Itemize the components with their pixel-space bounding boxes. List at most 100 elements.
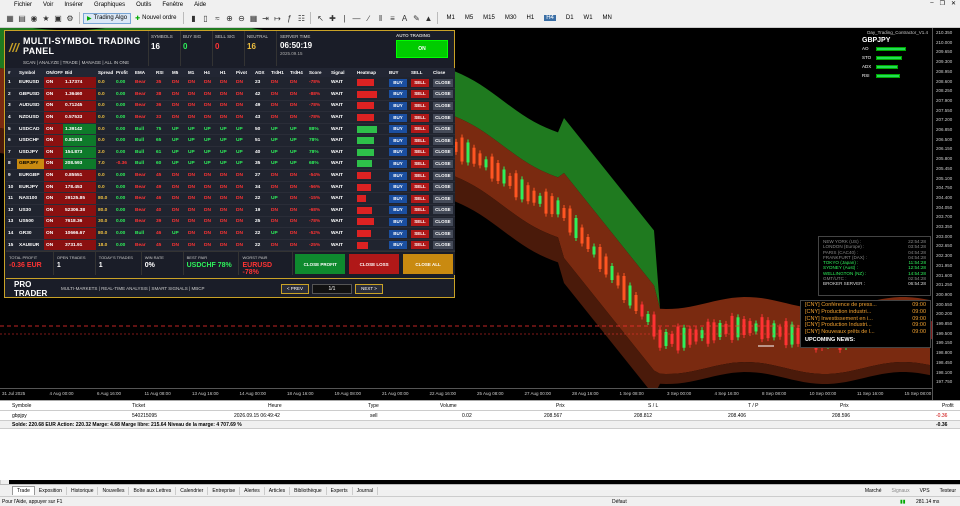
- row-toggle[interactable]: ON: [44, 227, 63, 240]
- calendar-event[interactable]: [CNY] Production Industri... 09:00: [805, 322, 926, 329]
- tester-link[interactable]: Testeur: [940, 488, 956, 494]
- new-order-button[interactable]: ✚ Nouvel ordre: [131, 13, 180, 24]
- row-sell-button[interactable]: SELL: [411, 194, 429, 203]
- tab-company[interactable]: Entreprise: [208, 486, 241, 495]
- close-profit-button[interactable]: CLOSE PROFIT: [295, 254, 346, 274]
- tf-h4[interactable]: H4: [544, 15, 556, 21]
- row-close-button[interactable]: CLOSE: [433, 90, 453, 99]
- col-type[interactable]: Type: [368, 401, 379, 410]
- row-buy-button[interactable]: BUY: [389, 206, 407, 215]
- row-buy-button[interactable]: BUY: [389, 159, 407, 168]
- menu-file[interactable]: Fichier: [14, 2, 32, 8]
- row-symbol[interactable]: AUDUSD: [17, 100, 44, 113]
- col-price[interactable]: Prix: [556, 401, 565, 410]
- tab-calendar[interactable]: Calendrier: [176, 486, 209, 495]
- row-sell-button[interactable]: SELL: [411, 113, 429, 122]
- shapes-icon[interactable]: ▲: [423, 13, 433, 23]
- tile-icon[interactable]: ▦: [248, 13, 258, 23]
- line-chart-icon[interactable]: ≈: [212, 13, 222, 23]
- row-sell-button[interactable]: SELL: [411, 183, 429, 192]
- tab-mailbox[interactable]: Boîte aux Lettres: [129, 486, 177, 495]
- zoom-in-icon[interactable]: ⊕: [224, 13, 234, 23]
- row-sell-button[interactable]: SELL: [411, 217, 429, 226]
- close-icon[interactable]: ✕: [951, 0, 956, 7]
- row-symbol[interactable]: USDCHF: [17, 134, 44, 148]
- row-buy-button[interactable]: BUY: [389, 136, 407, 145]
- row-sell-button[interactable]: SELL: [411, 241, 429, 250]
- row-toggle[interactable]: ON: [44, 123, 63, 136]
- label-icon[interactable]: ✎: [411, 13, 421, 23]
- tab-library[interactable]: Bibliothèque: [290, 486, 327, 495]
- row-close-button[interactable]: CLOSE: [433, 241, 453, 250]
- row-buy-button[interactable]: BUY: [389, 148, 407, 157]
- row-close-button[interactable]: CLOSE: [433, 159, 453, 168]
- symbol-row[interactable]: 9 EURGBP ON 0.85551 0.0 0.00 Bear 45 DN DN DN DN DN 2…: [6, 169, 455, 182]
- symbol-row[interactable]: 8 GBPJPY ON 208.593 7.0 -0.36 Bull 60 UP UP UP UP UP…: [6, 158, 455, 171]
- row-symbol[interactable]: EURGBP: [17, 169, 44, 182]
- row-toggle[interactable]: ON: [44, 111, 63, 124]
- cursor-icon[interactable]: ↖: [315, 13, 325, 23]
- menu-view[interactable]: Voir: [43, 2, 53, 8]
- row-symbol[interactable]: EURJPY: [17, 181, 44, 194]
- menu-tools[interactable]: Outils: [136, 2, 151, 8]
- row-symbol[interactable]: GBPUSD: [17, 88, 44, 101]
- restore-icon[interactable]: ❐: [940, 0, 945, 7]
- horizontal-line-icon[interactable]: —: [351, 13, 361, 23]
- row-sell-button[interactable]: SELL: [411, 171, 429, 180]
- auto-trading-toggle[interactable]: ON: [396, 40, 448, 58]
- minimize-icon[interactable]: –: [930, 0, 933, 7]
- templates-icon[interactable]: ☷: [296, 13, 306, 23]
- algo-trading-button[interactable]: ▶ Trading Algo: [83, 12, 132, 24]
- symbol-row[interactable]: 1 EURUSD ON 1.17374 0.0 0.00 Bear 35 DN DN DN DN DN 2…: [6, 77, 455, 90]
- symbol-row[interactable]: 6 USDCHF ON 0.81918 0.0 0.00 Bull 65 UP UP UP UP UP 5…: [6, 134, 455, 148]
- row-buy-button[interactable]: BUY: [389, 183, 407, 192]
- symbol-row[interactable]: 14 GR30 ON 10666.67 80.0 0.00 Bull 46 UP DN DN DN DN…: [6, 227, 455, 240]
- tab-journal[interactable]: Journal: [353, 486, 378, 495]
- row-buy-button[interactable]: BUY: [389, 171, 407, 180]
- row-toggle[interactable]: ON: [44, 239, 63, 252]
- close-all-button[interactable]: CLOSE ALL: [403, 254, 453, 274]
- symbol-row[interactable]: 10 EURJPY ON 178.453 0.0 0.00 Bear 49 DN DN DN DN DN…: [6, 181, 455, 194]
- row-close-button[interactable]: CLOSE: [433, 194, 453, 203]
- row-symbol[interactable]: NAS100: [17, 192, 44, 206]
- order-row[interactable]: gbpjpy 540215095 2026.09.15 06:49:42 sel…: [0, 411, 960, 420]
- candles-icon[interactable]: ▯: [200, 13, 210, 23]
- crosshair-icon[interactable]: ✚: [327, 13, 337, 23]
- symbol-row[interactable]: 3 AUDUSD ON 0.71245 0.0 0.00 Bear 36 DN DN DN DN DN 4…: [6, 100, 455, 113]
- symbol-row[interactable]: 12 US30 ON 52306.38 80.0 0.00 Bear 40 DN DN DN DN DN…: [6, 204, 455, 217]
- row-sell-button[interactable]: SELL: [411, 125, 429, 134]
- tab-trade[interactable]: Trade: [12, 486, 35, 495]
- channel-icon[interactable]: ‖: [375, 13, 385, 23]
- row-close-button[interactable]: CLOSE: [433, 183, 453, 192]
- trendline-icon[interactable]: ∕: [363, 13, 373, 23]
- chart-bars-icon[interactable]: ▮: [188, 13, 198, 23]
- tf-h1[interactable]: H1: [527, 15, 535, 21]
- fibonacci-icon[interactable]: ≡: [387, 13, 397, 23]
- row-close-button[interactable]: CLOSE: [433, 148, 453, 157]
- row-buy-button[interactable]: BUY: [389, 241, 407, 250]
- signals-link[interactable]: Signaux: [892, 488, 910, 494]
- menu-charts[interactable]: Graphiques: [94, 2, 125, 8]
- row-buy-button[interactable]: BUY: [389, 194, 407, 203]
- navigator-icon[interactable]: ★: [41, 13, 51, 23]
- row-symbol[interactable]: USDCAD: [17, 123, 44, 136]
- row-sell-button[interactable]: SELL: [411, 159, 429, 168]
- close-loss-button[interactable]: CLOSE LOSS: [349, 254, 400, 274]
- tab-history[interactable]: Historique: [67, 486, 99, 495]
- row-close-button[interactable]: CLOSE: [433, 206, 453, 215]
- symbol-row[interactable]: 13 US500 ON 7618.36 30.0 0.00 Bear 39 DN DN DN DN DN…: [6, 216, 455, 229]
- tf-m5[interactable]: M5: [465, 15, 473, 21]
- terminal-icon[interactable]: ▣: [53, 13, 63, 23]
- row-buy-button[interactable]: BUY: [389, 101, 407, 110]
- col-sl[interactable]: S / L: [648, 401, 658, 410]
- row-symbol[interactable]: US30: [17, 204, 44, 217]
- row-sell-button[interactable]: SELL: [411, 229, 429, 238]
- row-buy-button[interactable]: BUY: [389, 113, 407, 122]
- tf-w1[interactable]: W1: [584, 15, 593, 21]
- row-toggle[interactable]: ON: [44, 169, 63, 182]
- row-buy-button[interactable]: BUY: [389, 90, 407, 99]
- vertical-line-icon[interactable]: |: [339, 13, 349, 23]
- symbol-row[interactable]: 15 XAUEUR ON 3731.91 18.0 0.00 Bear 45 DN DN DN DN D…: [6, 239, 455, 252]
- row-toggle[interactable]: ON: [44, 158, 63, 171]
- col-price-current[interactable]: Prix: [840, 401, 849, 410]
